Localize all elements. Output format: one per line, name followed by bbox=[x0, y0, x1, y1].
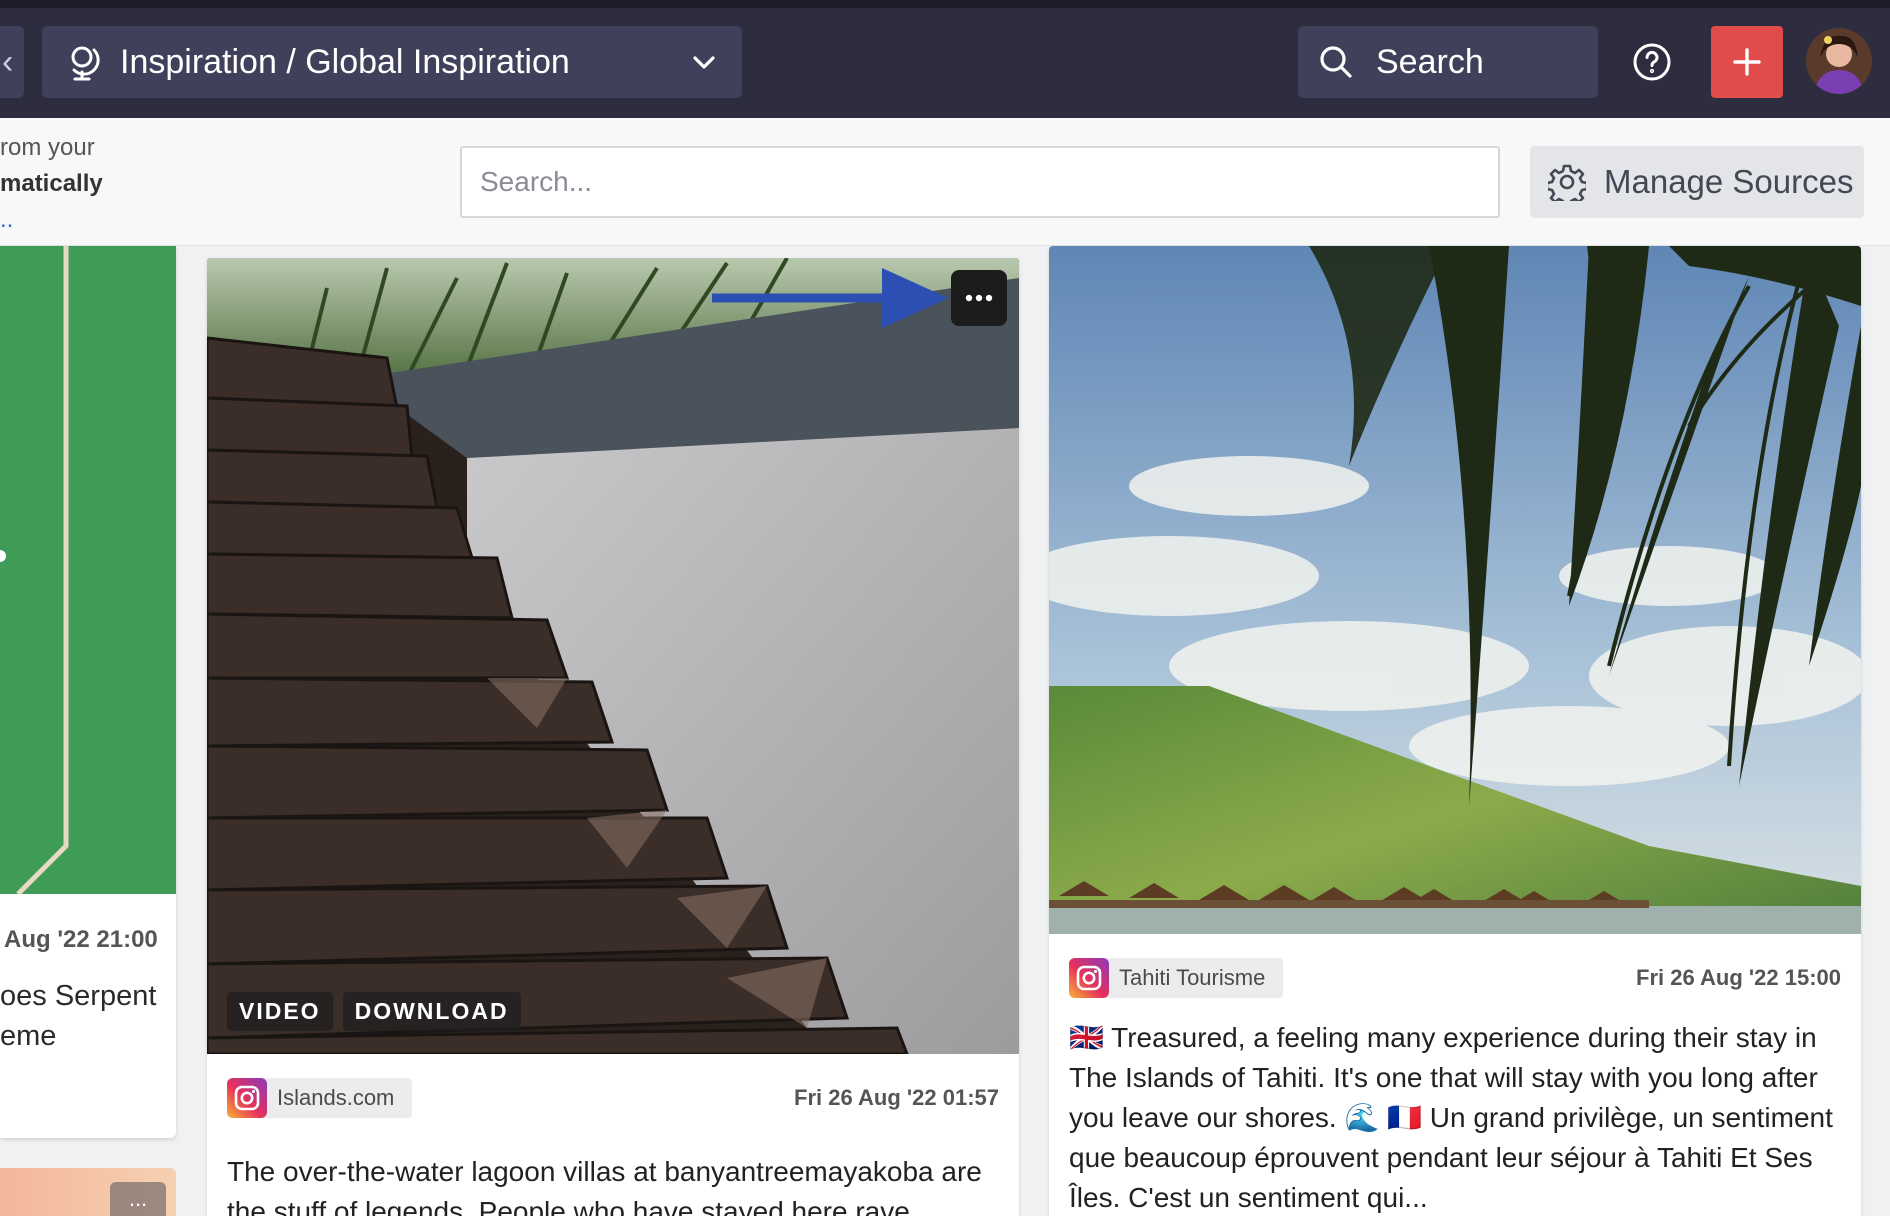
post-image bbox=[207, 258, 1019, 1056]
post-meta: Islands.com Fri 26 Aug '22 01:57 bbox=[227, 1078, 999, 1118]
post-meta: Tahiti Tourisme Fri 26 Aug '22 15:00 bbox=[1069, 958, 1841, 998]
instagram-icon bbox=[1069, 958, 1109, 998]
post-caption: 🇬🇧 Treasured, a feeling many experience … bbox=[1069, 1022, 1833, 1213]
post-date: Aug '22 21:00 bbox=[4, 926, 158, 953]
workspace-label: Inspiration / Global Inspiration bbox=[120, 42, 570, 81]
plus-icon bbox=[1733, 48, 1761, 76]
more-options-button[interactable] bbox=[951, 270, 1007, 326]
feed-search-input[interactable] bbox=[460, 146, 1500, 218]
post-image bbox=[1049, 246, 1861, 934]
help-icon[interactable] bbox=[1632, 42, 1672, 82]
ellipsis-icon bbox=[965, 294, 993, 302]
manage-sources-label: Manage Sources bbox=[1604, 163, 1854, 200]
intro-line: rom your bbox=[0, 134, 95, 161]
user-avatar[interactable] bbox=[1806, 28, 1872, 94]
chevron-down-icon bbox=[693, 56, 715, 69]
intro-link[interactable]: .. bbox=[0, 202, 103, 238]
top-navigation: ‹ Inspiration / Global Inspiration Searc… bbox=[0, 0, 1890, 118]
global-search-button[interactable]: Search bbox=[1298, 26, 1598, 98]
manage-sources-button[interactable]: Manage Sources bbox=[1530, 146, 1864, 218]
search-icon bbox=[1320, 46, 1352, 78]
top-edge bbox=[0, 0, 1890, 8]
instagram-icon bbox=[227, 1078, 267, 1118]
gear-icon bbox=[1548, 164, 1586, 201]
feed-card[interactable]: Tahiti Tourisme Fri 26 Aug '22 15:00 🇬🇧 … bbox=[1049, 246, 1861, 1216]
feed-card-partial-next[interactable]: ... bbox=[0, 1168, 176, 1216]
intro-text: rom your matically .. bbox=[0, 130, 103, 238]
download-badge[interactable]: DOWNLOAD bbox=[342, 992, 521, 1031]
more-options-button[interactable]: ... bbox=[110, 1182, 166, 1216]
feed-card-partial[interactable]: Aug '22 21:00 oes Serpent eme bbox=[0, 246, 176, 1138]
source-chip[interactable]: Islands.com bbox=[227, 1078, 413, 1118]
intro-line-bold: matically bbox=[0, 170, 103, 197]
source-name: Islands.com bbox=[277, 1085, 395, 1110]
post-caption: The over-the-water lagoon villas at bany… bbox=[227, 1156, 982, 1216]
post-date: Fri 26 Aug '22 15:00 bbox=[1636, 965, 1841, 990]
post-image bbox=[0, 246, 176, 896]
global-search-label: Search bbox=[1376, 42, 1484, 81]
feed-toolbar: rom your matically .. Manage Sources bbox=[0, 118, 1890, 246]
post-caption: oes Serpent eme bbox=[0, 976, 156, 1056]
globe-stand-icon bbox=[71, 46, 100, 81]
annotation-arrow-icon bbox=[712, 268, 948, 328]
caption-line: oes Serpent bbox=[0, 980, 157, 1012]
post-date: Fri 26 Aug '22 01:57 bbox=[794, 1085, 999, 1110]
source-name: Tahiti Tourisme bbox=[1119, 965, 1266, 990]
media-badges: VIDEO DOWNLOAD bbox=[227, 992, 521, 1031]
workspace-selector[interactable]: Inspiration / Global Inspiration bbox=[42, 26, 742, 98]
back-tab[interactable]: ‹ bbox=[0, 26, 24, 98]
add-button[interactable] bbox=[1711, 26, 1783, 98]
video-badge: VIDEO bbox=[227, 992, 333, 1031]
feed-card[interactable]: VIDEO DOWNLOAD Islands.com Fri 26 Aug '2… bbox=[207, 258, 1019, 1216]
caption-line: eme bbox=[0, 1020, 57, 1052]
source-chip[interactable]: Tahiti Tourisme bbox=[1069, 958, 1284, 998]
